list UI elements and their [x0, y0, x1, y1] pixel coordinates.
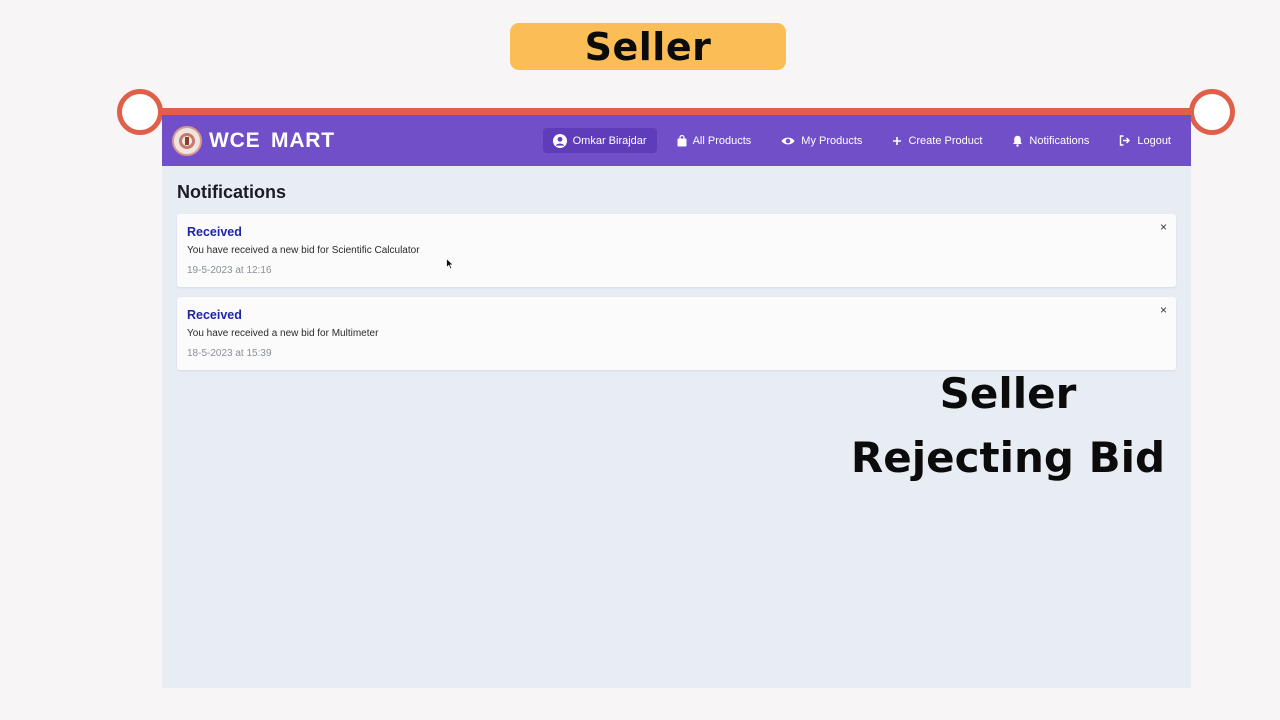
- timeline-node-right: [1189, 89, 1235, 135]
- nav-notifications-label: Notifications: [1029, 134, 1090, 147]
- brand[interactable]: WCE MART: [172, 125, 335, 156]
- overlay-caption: Seller Rejecting Bid: [840, 362, 1176, 490]
- nav-links: Omkar Birajdar All Products My Products: [542, 128, 1181, 153]
- nav-user-profile[interactable]: Omkar Birajdar: [542, 128, 657, 153]
- timeline-node-left: [117, 89, 163, 135]
- plus-icon: [893, 136, 902, 145]
- notification-message: You have received a new bid for Multimet…: [187, 328, 379, 339]
- bell-icon: [1013, 135, 1023, 147]
- close-icon[interactable]: ×: [1160, 221, 1167, 233]
- close-icon[interactable]: ×: [1160, 304, 1167, 316]
- notification-title: Received: [187, 225, 242, 239]
- nav-logout[interactable]: Logout: [1109, 128, 1181, 153]
- page-title: Notifications: [177, 182, 287, 202]
- notification-timestamp: 19-5-2023 at 12:16: [187, 265, 272, 276]
- brand-name: WCE MART: [209, 128, 335, 152]
- user-circle-icon: [552, 133, 567, 148]
- nav-logout-label: Logout: [1137, 134, 1171, 147]
- caption-line-2: Rejecting Bid: [850, 433, 1166, 482]
- nav-my-products-label: My Products: [801, 134, 863, 147]
- college-logo-icon: [172, 125, 202, 156]
- nav-all-products[interactable]: All Products: [667, 128, 762, 153]
- notification-title: Received: [187, 308, 242, 322]
- nav-all-products-label: All Products: [692, 134, 752, 147]
- nav-notifications[interactable]: Notifications: [1002, 128, 1099, 153]
- nav-user-name: Omkar Birajdar: [572, 134, 647, 147]
- nav-my-products[interactable]: My Products: [771, 128, 872, 153]
- notification-card[interactable]: Received You have received a new bid for…: [177, 214, 1176, 287]
- notification-timestamp: 18-5-2023 at 15:39: [187, 348, 272, 359]
- logout-icon: [1120, 135, 1131, 146]
- caption-line-1: Seller: [939, 369, 1077, 418]
- seller-banner: Seller: [510, 23, 786, 70]
- eye-icon: [781, 137, 795, 144]
- mouse-cursor-icon: [446, 258, 454, 270]
- timeline-line: [140, 108, 1213, 115]
- nav-create-product[interactable]: Create Product: [882, 128, 992, 153]
- shopping-bag-icon: [677, 134, 687, 146]
- navbar: WCE MART Omkar Birajdar All Products My …: [162, 115, 1191, 166]
- notification-message: You have received a new bid for Scientif…: [187, 245, 420, 256]
- notification-card[interactable]: Received You have received a new bid for…: [177, 297, 1176, 370]
- nav-create-product-label: Create Product: [908, 134, 983, 147]
